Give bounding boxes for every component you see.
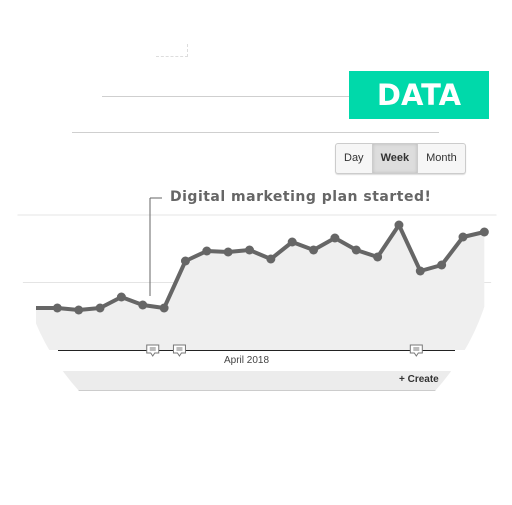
chart-clip: + Create — [17, 0, 497, 470]
create-annotation-button[interactable]: + Create — [399, 374, 439, 385]
data-point — [95, 303, 105, 313]
annotation-marker-icon[interactable] — [409, 344, 423, 357]
data-point — [479, 227, 489, 237]
data-point — [287, 237, 297, 247]
line-chart — [17, 197, 497, 357]
data-point — [458, 232, 468, 242]
x-axis-label: April 2018 — [224, 355, 270, 366]
data-point — [373, 252, 383, 262]
data-point — [223, 247, 233, 257]
data-point — [351, 245, 361, 255]
data-point — [52, 303, 62, 313]
data-point — [159, 303, 169, 313]
area-fill — [36, 225, 485, 350]
data-point — [266, 254, 276, 264]
data-point — [74, 305, 84, 315]
data-point — [415, 266, 425, 276]
annotation-text: Digital marketing plan started! — [170, 189, 432, 205]
annotation-marker-icon[interactable] — [172, 344, 186, 357]
data-point — [309, 245, 319, 255]
data-point — [245, 245, 254, 255]
data-point — [180, 256, 190, 266]
data-point — [394, 220, 404, 230]
data-point — [116, 292, 126, 302]
data-point — [138, 300, 148, 310]
annotation-marker-icon[interactable] — [146, 344, 160, 357]
data-point — [437, 260, 447, 270]
data-point — [330, 233, 340, 243]
data-point — [202, 246, 212, 256]
